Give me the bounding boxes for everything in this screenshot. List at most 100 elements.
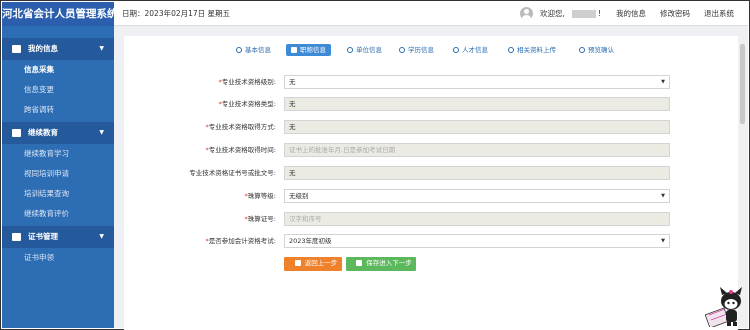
welcome-text: 欢迎您, [540, 9, 565, 18]
form-row: 专业技术资格证书号或批文号: 无 [124, 166, 738, 180]
button-row: 返回上一步 保存进入下一步 [124, 257, 738, 271]
label-text: 珠算等级: [247, 192, 276, 200]
form-row: *是否参加会计资格考试: 2023年度初级 ▼ [124, 234, 738, 248]
form-row: *珠算等级: 无级别 ▼ [124, 189, 738, 203]
form-row: *专业技术资格级别: 无 ▼ [124, 75, 738, 89]
sidebar-item-province-transfer[interactable]: 跨省调转 [2, 100, 114, 120]
sidebar-item-info-change[interactable]: 信息变更 [2, 80, 114, 100]
sidebar-group-label: 我的信息 [28, 44, 58, 53]
target-icon [236, 47, 242, 53]
sidebar-group-label: 继续教育 [28, 128, 58, 137]
form-row: *珠算证号: 汉字和序号 [124, 212, 738, 226]
sidebar-item-training-result[interactable]: 培训结果查询 [2, 184, 114, 204]
graduation-cap-icon [399, 47, 405, 53]
sidebar-item-info-collect[interactable]: 信息采集 [2, 60, 114, 80]
label-text: 珠算证号: [247, 215, 276, 223]
current-date: 日期：2023年02月17日 星期五 [122, 9, 231, 18]
nav-my-info-link[interactable]: 我的信息 [616, 2, 646, 26]
sidebar-item-edu-study[interactable]: 继续教育学习 [2, 144, 114, 164]
tab-label: 单位信息 [356, 46, 382, 54]
building-icon [347, 47, 353, 53]
field-placeholder: 汉字和序号 [289, 215, 322, 223]
tab-label: 预览确认 [588, 46, 614, 54]
save-icon [356, 260, 363, 266]
dropdown-arrow-icon: ▼ [661, 79, 665, 85]
qualification-type-field: 无 [284, 97, 670, 111]
sidebar-group-certificate[interactable]: 证书管理 ▼ [2, 226, 114, 248]
tab-label: 相关资料上传 [517, 46, 556, 54]
back-button[interactable]: 返回上一步 [284, 257, 342, 271]
field-value: 无 [289, 169, 296, 177]
label-text: 专业技术资格类型: [221, 100, 276, 108]
qualification-method-field: 无 [284, 120, 670, 134]
label-text: 专业技术资格取得时间: [208, 146, 276, 154]
sidebar-item-edu-evaluation[interactable]: 继续教育评价 [2, 204, 114, 224]
app-title: 河北省会计人员管理系统 [2, 2, 114, 26]
tab-talent-info[interactable]: 人才信息 [453, 44, 488, 56]
top-header: 日期：2023年02月17日 星期五 欢迎您, ! 我的信息 修改密码 退出系统 [114, 2, 748, 26]
scrollbar-thumb[interactable] [740, 44, 745, 124]
form-row: *专业技术资格取得时间: 证书上的批准年月,日是参加考试日期 [124, 143, 738, 157]
sidebar: 我的信息 ▼ 信息采集 信息变更 跨省调转 继续教育 ▼ 继续教育学习 视同培训… [2, 26, 114, 328]
label-text: 专业技术资格取得方式: [208, 123, 276, 131]
label-text: 是否参加会计资格考试: [208, 237, 276, 245]
dropdown-arrow-icon: ▼ [661, 238, 665, 244]
person-icon [453, 47, 459, 53]
sidebar-item-cert-apply[interactable]: 证书申领 [2, 248, 114, 268]
abacus-level-select[interactable]: 无级别 ▼ [284, 189, 670, 203]
field-label: *是否参加会计资格考试: [206, 234, 276, 248]
field-placeholder: 证书上的批准年月,日是参加考试日期 [289, 146, 396, 154]
welcome-exclaim: ! [598, 9, 602, 18]
field-label: *专业技术资格级别: [219, 75, 276, 89]
button-label: 返回上一步 [304, 260, 338, 267]
tab-education-info[interactable]: 学历信息 [399, 44, 434, 56]
main-content: 基本信息 职称信息 单位信息 学历信息 人才信息 相关资料上传 预览确认 *专业… [114, 26, 748, 330]
select-value: 2023年度初级 [289, 237, 332, 245]
qualification-date-input[interactable]: 证书上的批准年月,日是参加考试日期 [284, 143, 670, 157]
tab-title-info[interactable]: 职称信息 [286, 44, 331, 56]
tab-upload-materials[interactable]: 相关资料上传 [508, 44, 556, 56]
nav-change-password-link[interactable]: 修改密码 [660, 2, 690, 26]
button-label: 保存进入下一步 [366, 260, 412, 267]
certificate-icon [12, 233, 21, 241]
tab-label: 学历信息 [408, 46, 434, 54]
tab-preview-confirm[interactable]: 预览确认 [579, 44, 614, 56]
field-label: 专业技术资格证书号或批文号: [189, 166, 276, 180]
field-label: *珠算等级: [245, 189, 276, 203]
tab-label: 职称信息 [300, 46, 326, 54]
label-text: 专业技术资格级别: [221, 78, 276, 86]
tab-unit-info[interactable]: 单位信息 [347, 44, 382, 56]
certificate-number-field: 无 [284, 166, 670, 180]
accounting-exam-select[interactable]: 2023年度初级 ▼ [284, 234, 670, 248]
form-row: *专业技术资格取得方式: 无 [124, 120, 738, 134]
abacus-cert-number-input[interactable]: 汉字和序号 [284, 212, 670, 226]
select-value: 无 [289, 78, 296, 86]
field-value: 无 [289, 123, 296, 131]
user-icon [12, 45, 21, 53]
form-card: 基本信息 职称信息 单位信息 学历信息 人才信息 相关资料上传 预览确认 *专业… [124, 36, 738, 330]
label-text: 专业技术资格证书号或批文号: [189, 169, 276, 177]
save-next-button[interactable]: 保存进入下一步 [346, 257, 416, 271]
qualification-level-select[interactable]: 无 ▼ [284, 75, 670, 89]
dropdown-arrow-icon: ▼ [661, 193, 665, 199]
document-icon [579, 47, 585, 53]
field-label: *珠算证号: [245, 212, 276, 226]
sidebar-group-continuing-edu[interactable]: 继续教育 ▼ [2, 122, 114, 144]
tab-basic-info[interactable]: 基本信息 [236, 44, 271, 56]
caret-down-icon: ▼ [99, 129, 104, 136]
field-label: *专业技术资格取得方式: [206, 120, 276, 134]
sidebar-item-equiv-training[interactable]: 视同培训申请 [2, 164, 114, 184]
select-value: 无级别 [289, 192, 309, 200]
form-row: *专业技术资格类型: 无 [124, 97, 738, 111]
cloud-upload-icon [508, 47, 514, 53]
caret-down-icon: ▼ [99, 233, 104, 240]
user-avatar-icon [520, 7, 533, 20]
nav-logout-link[interactable]: 退出系统 [704, 2, 734, 26]
sidebar-group-my-info[interactable]: 我的信息 ▼ [2, 38, 114, 60]
tab-label: 基本信息 [245, 46, 271, 54]
user-name-redacted [572, 10, 596, 18]
tab-label: 人才信息 [462, 46, 488, 54]
mascot-sticker [705, 287, 742, 327]
window-frame: 河北省会计人员管理系统 日期：2023年02月17日 星期五 欢迎您, ! 我的… [0, 0, 750, 330]
vertical-scrollbar[interactable] [739, 36, 746, 327]
